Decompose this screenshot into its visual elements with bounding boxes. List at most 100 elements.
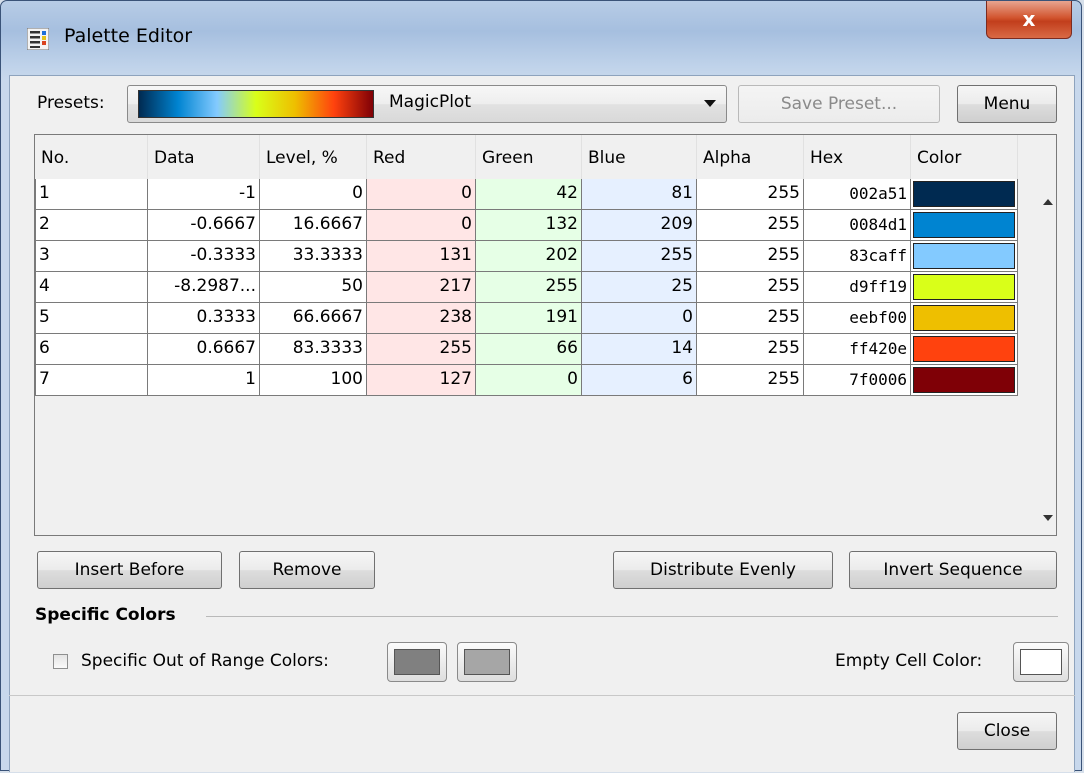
cell-color[interactable]: [911, 179, 1018, 210]
cell-alpha[interactable]: 255: [697, 303, 804, 334]
table-row[interactable]: 3 -0.3333 33.3333 131 202 255 255 83caff: [35, 241, 1018, 272]
cell-no[interactable]: 3: [35, 241, 148, 272]
cell-data[interactable]: -0.3333: [148, 241, 260, 272]
table-row[interactable]: 4 -8.2987... 50 217 255 25 255 d9ff19: [35, 272, 1018, 303]
save-preset-button[interactable]: Save Preset...: [738, 85, 940, 123]
cell-level[interactable]: 66.6667: [260, 303, 367, 334]
invert-sequence-button[interactable]: Invert Sequence: [849, 551, 1057, 589]
cell-blue[interactable]: 255: [582, 241, 697, 272]
cell-green[interactable]: 202: [476, 241, 582, 272]
palette-editor-window: Palette Editor x Presets: MagicPlot Save…: [0, 0, 1082, 772]
cell-hex[interactable]: 83caff: [804, 241, 911, 272]
column-header-color[interactable]: Color: [911, 135, 1018, 179]
cell-level[interactable]: 0: [260, 179, 367, 210]
empty-cell-color-swatch: [1020, 649, 1062, 675]
cell-data[interactable]: 0.3333: [148, 303, 260, 334]
cell-color[interactable]: [911, 210, 1018, 241]
cell-data[interactable]: -0.6667: [148, 210, 260, 241]
cell-red[interactable]: 255: [367, 334, 476, 365]
cell-green[interactable]: 66: [476, 334, 582, 365]
presets-dropdown[interactable]: MagicPlot: [127, 85, 727, 123]
cell-level[interactable]: 50: [260, 272, 367, 303]
cell-red[interactable]: 0: [367, 210, 476, 241]
column-header-red[interactable]: Red: [367, 135, 476, 179]
cell-blue[interactable]: 6: [582, 365, 697, 396]
cell-blue[interactable]: 0: [582, 303, 697, 334]
low-out-of-range-color-button[interactable]: [387, 642, 447, 682]
cell-alpha[interactable]: 255: [697, 241, 804, 272]
cell-no[interactable]: 1: [35, 179, 148, 210]
cell-hex[interactable]: 002a51: [804, 179, 911, 210]
table-row[interactable]: 1 -1 0 0 42 81 255 002a51: [35, 179, 1018, 210]
table-row[interactable]: 5 0.3333 66.6667 238 191 0 255 eebf00: [35, 303, 1018, 334]
cell-level[interactable]: 33.3333: [260, 241, 367, 272]
table-row[interactable]: 2 -0.6667 16.6667 0 132 209 255 0084d1: [35, 210, 1018, 241]
high-out-of-range-color-button[interactable]: [457, 642, 517, 682]
cell-red[interactable]: 131: [367, 241, 476, 272]
cell-alpha[interactable]: 255: [697, 272, 804, 303]
close-button[interactable]: Close: [957, 712, 1057, 750]
cell-hex[interactable]: ff420e: [804, 334, 911, 365]
window-close-button[interactable]: x: [986, 1, 1072, 39]
cell-color[interactable]: [911, 241, 1018, 272]
distribute-evenly-button[interactable]: Distribute Evenly: [613, 551, 833, 589]
cell-red[interactable]: 217: [367, 272, 476, 303]
table-row[interactable]: 6 0.6667 83.3333 255 66 14 255 ff420e: [35, 334, 1018, 365]
column-header-data[interactable]: Data: [148, 135, 260, 179]
color-swatch: [913, 274, 1015, 300]
cell-blue[interactable]: 25: [582, 272, 697, 303]
cell-alpha[interactable]: 255: [697, 334, 804, 365]
cell-red[interactable]: 0: [367, 179, 476, 210]
cell-no[interactable]: 2: [35, 210, 148, 241]
cell-color[interactable]: [911, 365, 1018, 396]
column-header-alpha[interactable]: Alpha: [697, 135, 804, 179]
cell-color[interactable]: [911, 334, 1018, 365]
cell-data[interactable]: -8.2987...: [148, 272, 260, 303]
cell-level[interactable]: 83.3333: [260, 334, 367, 365]
cell-hex[interactable]: 7f0006: [804, 365, 911, 396]
cell-green[interactable]: 255: [476, 272, 582, 303]
cell-alpha[interactable]: 255: [697, 210, 804, 241]
cell-no[interactable]: 7: [35, 365, 148, 396]
column-header-level[interactable]: Level, %: [260, 135, 367, 179]
out-of-range-label[interactable]: Specific Out of Range Colors:: [81, 651, 329, 671]
cell-hex[interactable]: 0084d1: [804, 210, 911, 241]
remove-button[interactable]: Remove: [239, 551, 375, 589]
column-header-blue[interactable]: Blue: [582, 135, 697, 179]
cell-green[interactable]: 42: [476, 179, 582, 210]
table-row[interactable]: 7 1 100 127 0 6 255 7f0006: [35, 365, 1018, 396]
cell-no[interactable]: 4: [35, 272, 148, 303]
cell-blue[interactable]: 209: [582, 210, 697, 241]
cell-green[interactable]: 132: [476, 210, 582, 241]
cell-data[interactable]: 1: [148, 365, 260, 396]
cell-hex[interactable]: eebf00: [804, 303, 911, 334]
cell-data[interactable]: -1: [148, 179, 260, 210]
cell-no[interactable]: 6: [35, 334, 148, 365]
cell-green[interactable]: 191: [476, 303, 582, 334]
cell-blue[interactable]: 14: [582, 334, 697, 365]
cell-color[interactable]: [911, 272, 1018, 303]
color-swatch: [913, 181, 1015, 207]
cell-red[interactable]: 238: [367, 303, 476, 334]
column-header-hex[interactable]: Hex: [804, 135, 911, 179]
cell-green[interactable]: 0: [476, 365, 582, 396]
cell-no[interactable]: 5: [35, 303, 148, 334]
insert-before-button[interactable]: Insert Before: [37, 551, 222, 589]
empty-cell-color-button[interactable]: [1013, 642, 1069, 682]
column-header-green[interactable]: Green: [476, 135, 582, 179]
menu-button[interactable]: Menu: [957, 85, 1057, 123]
cell-level[interactable]: 16.6667: [260, 210, 367, 241]
cell-red[interactable]: 127: [367, 365, 476, 396]
cell-color[interactable]: [911, 303, 1018, 334]
title-bar[interactable]: Palette Editor x: [1, 1, 1081, 75]
cell-level[interactable]: 100: [260, 365, 367, 396]
column-header-no[interactable]: No.: [35, 135, 148, 179]
cell-hex[interactable]: d9ff19: [804, 272, 911, 303]
out-of-range-checkbox[interactable]: [53, 654, 68, 669]
cell-blue[interactable]: 81: [582, 179, 697, 210]
scroll-up-icon[interactable]: [1043, 199, 1053, 205]
cell-alpha[interactable]: 255: [697, 365, 804, 396]
cell-data[interactable]: 0.6667: [148, 334, 260, 365]
scroll-down-icon[interactable]: [1043, 515, 1053, 521]
cell-alpha[interactable]: 255: [697, 179, 804, 210]
